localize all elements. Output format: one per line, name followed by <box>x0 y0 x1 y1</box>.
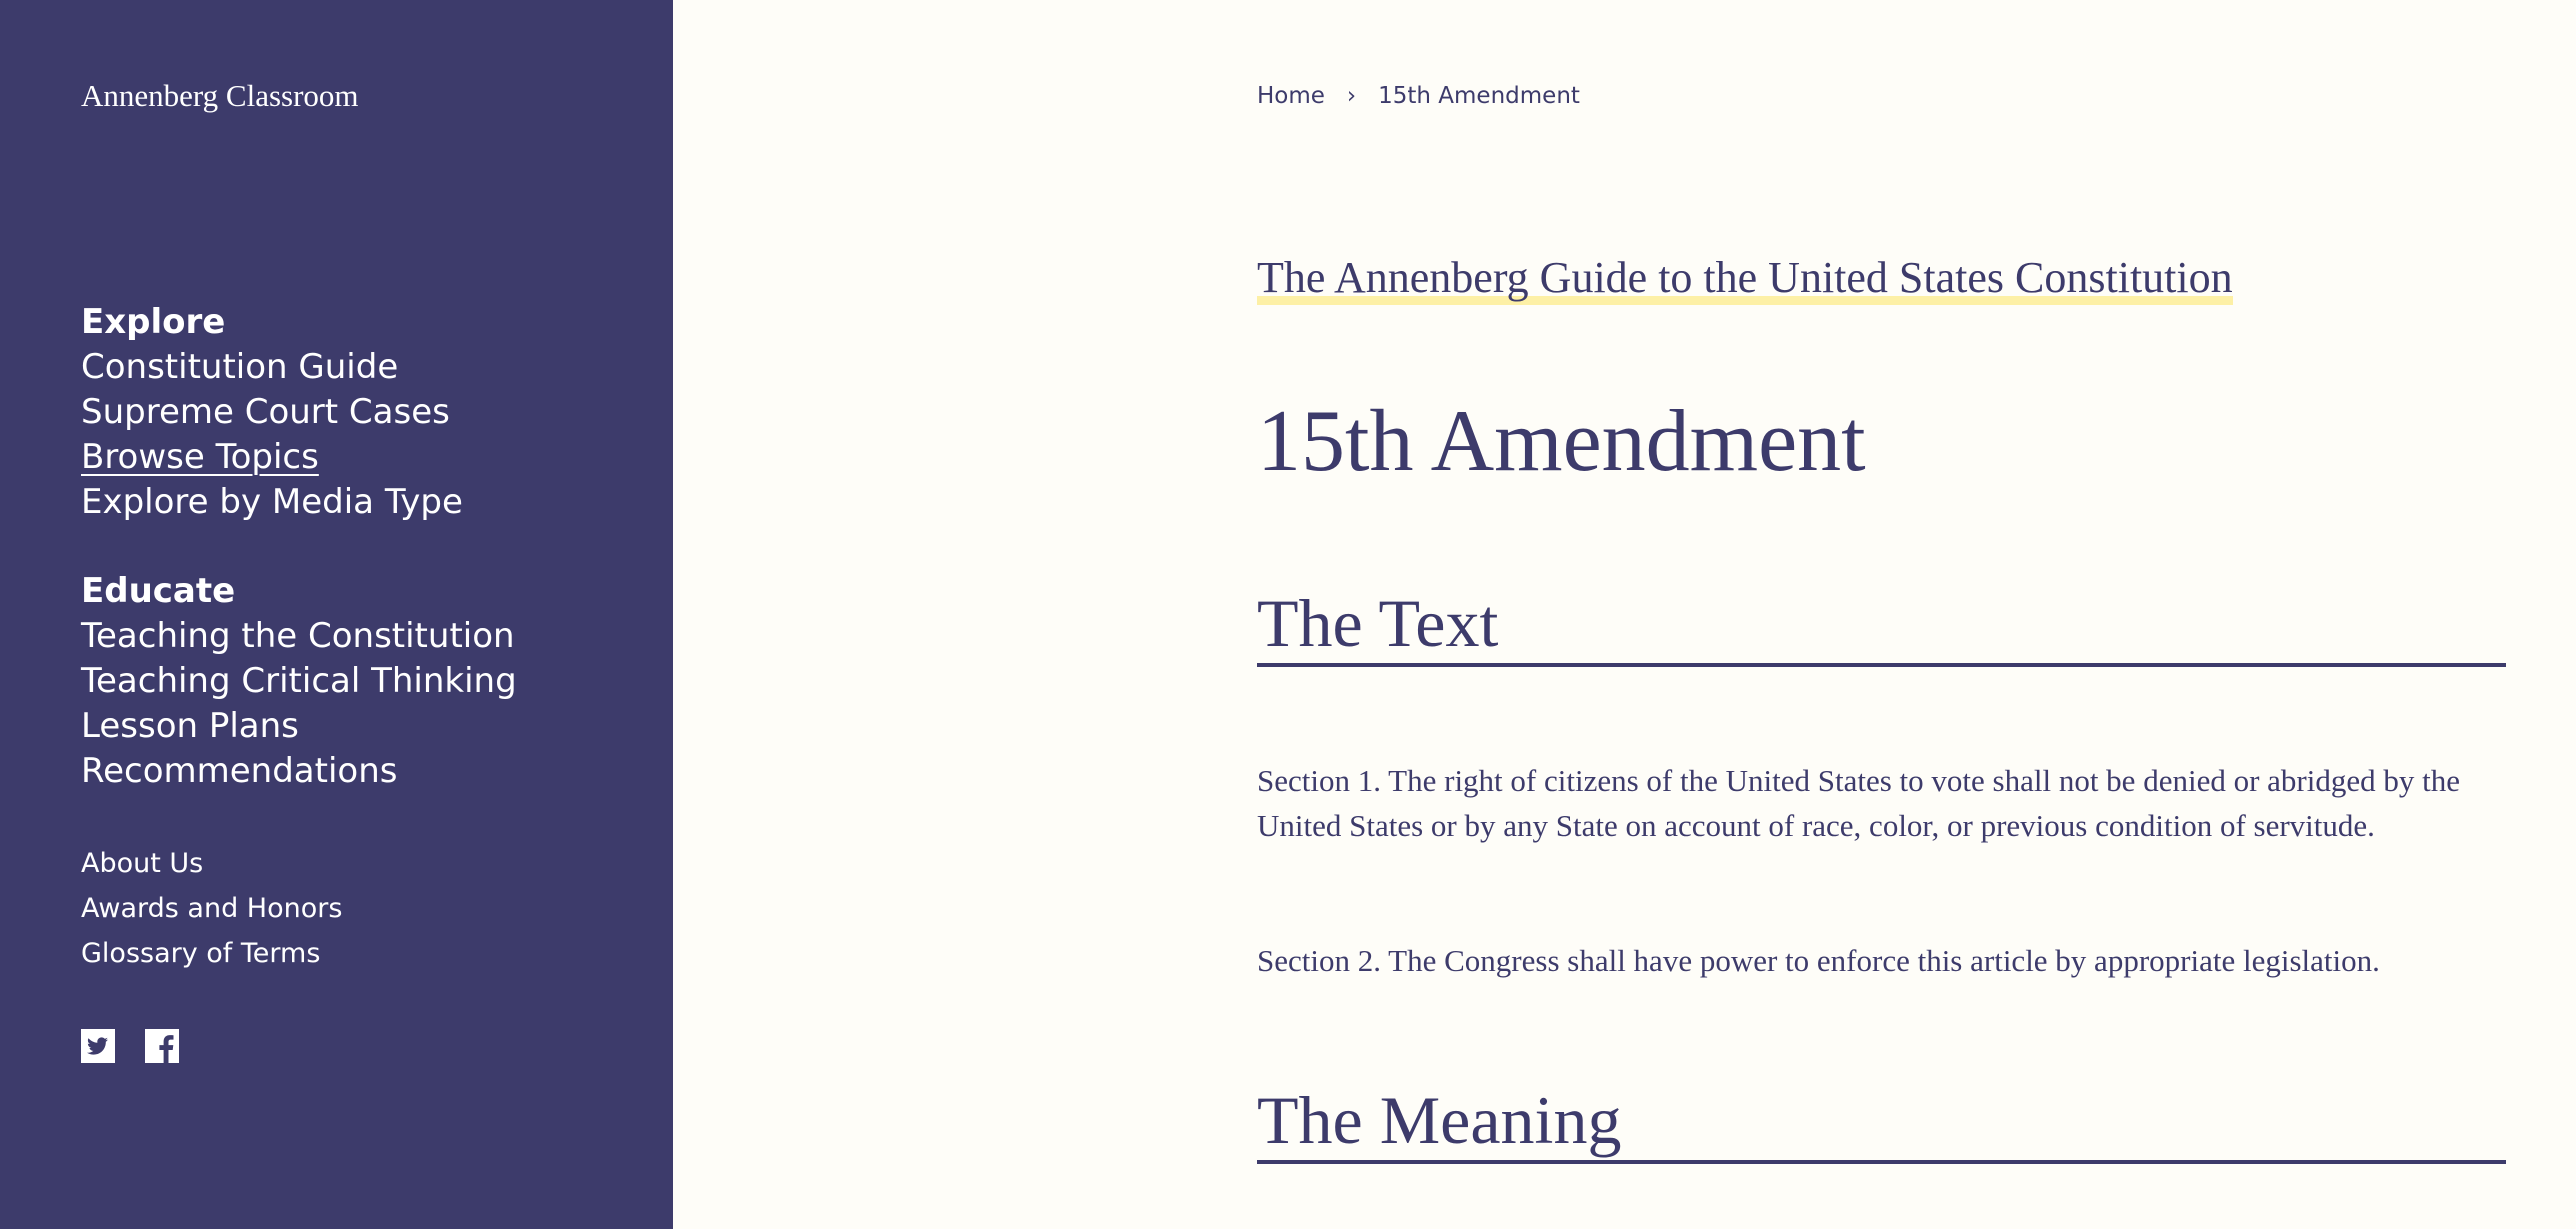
nav-group-title-educate: Educate <box>81 571 236 611</box>
sidebar-item-lesson-plans[interactable]: Lesson Plans <box>81 704 517 749</box>
twitter-link[interactable] <box>81 1029 115 1063</box>
amendment-section-2: Section 2. The Congress shall have power… <box>1257 943 2380 978</box>
sidebar-item-about-us[interactable]: About Us <box>81 841 342 886</box>
sidebar-item-teaching-critical-thinking[interactable]: Teaching Critical Thinking <box>81 659 517 704</box>
sidebar-item-explore-by-media-type[interactable]: Explore by Media Type <box>81 480 463 525</box>
section-heading-text: The Text <box>1257 583 2506 667</box>
nav-group-about: About Us Awards and Honors Glossary of T… <box>81 841 342 976</box>
sidebar-item-browse-topics[interactable]: Browse Topics <box>81 435 463 480</box>
breadcrumb-separator: › <box>1346 83 1357 109</box>
amendment-section-1: Section 1. The right of citizens of the … <box>1257 763 2460 843</box>
breadcrumb-current: 15th Amendment <box>1378 83 1580 109</box>
sidebar-item-glossary-of-terms[interactable]: Glossary of Terms <box>81 931 342 976</box>
nav-group-explore: Explore Constitution Guide Supreme Court… <box>81 300 463 525</box>
sidebar-item-constitution-guide[interactable]: Constitution Guide <box>81 345 463 390</box>
guide-title-link[interactable]: The Annenberg Guide to the United States… <box>1257 252 2233 305</box>
facebook-icon <box>145 1029 179 1063</box>
sidebar-item-awards-and-honors[interactable]: Awards and Honors <box>81 886 342 931</box>
main-content: Home › 15th Amendment The Annenberg Guid… <box>673 0 2576 1229</box>
sidebar-item-teaching-the-constitution[interactable]: Teaching the Constitution <box>81 614 517 659</box>
nav-group-title-explore: Explore <box>81 302 226 342</box>
brand-logo-link[interactable]: Annenberg Classroom <box>81 78 359 114</box>
page-title: 15th Amendment <box>1257 393 1866 490</box>
section-heading-meaning: The Meaning <box>1257 1080 2506 1164</box>
facebook-link[interactable] <box>145 1029 179 1063</box>
nav-group-educate: Educate Teaching the Constitution Teachi… <box>81 569 517 794</box>
breadcrumb: Home › 15th Amendment <box>1257 83 1580 109</box>
twitter-icon <box>81 1029 115 1063</box>
sidebar-item-recommendations[interactable]: Recommendations <box>81 749 517 794</box>
social-links <box>81 1029 179 1063</box>
sidebar-item-supreme-court-cases[interactable]: Supreme Court Cases <box>81 390 463 435</box>
sidebar: Annenberg Classroom Explore Constitution… <box>0 0 673 1229</box>
breadcrumb-home[interactable]: Home <box>1257 83 1325 109</box>
